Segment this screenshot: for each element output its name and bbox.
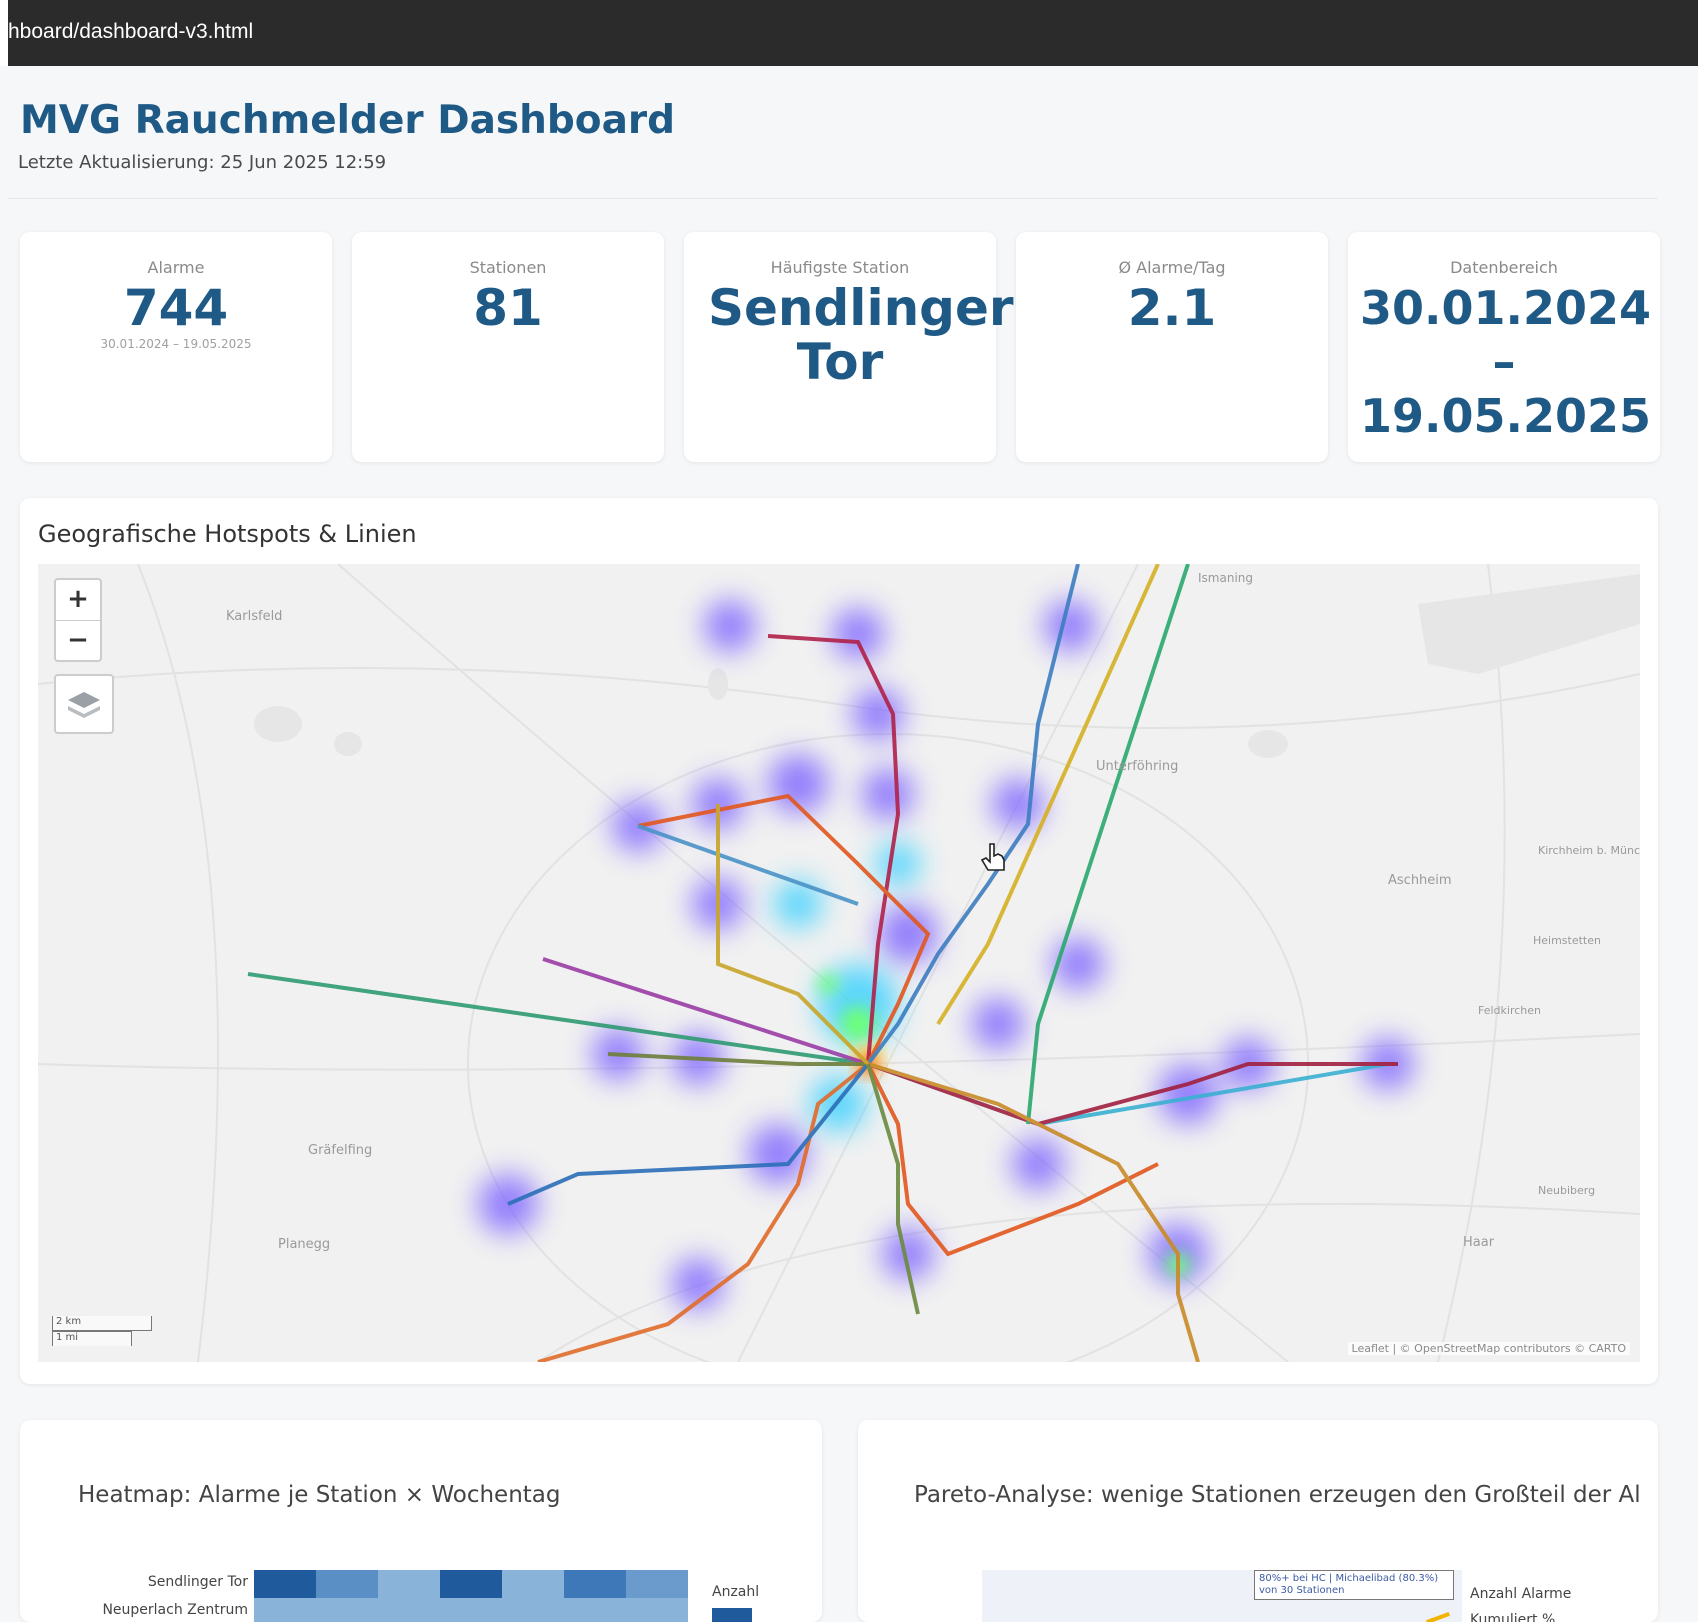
kpi-label: Stationen (469, 258, 547, 277)
heatmap-cell[interactable] (502, 1570, 564, 1598)
layers-icon (68, 692, 100, 718)
place-label: Haar (1463, 1235, 1495, 1250)
window-edge (0, 0, 8, 66)
place-label: Aschheim (1388, 873, 1452, 888)
scale-mi: 1 mi (52, 1331, 132, 1346)
line-u4-east (867, 1062, 1398, 1127)
heatmap-cell[interactable] (440, 1570, 502, 1598)
heatmap-row-label: Sendlinger Tor (147, 1574, 248, 1590)
line-s-ne (1026, 564, 1190, 1125)
place-label: Kirchheim b. München (1538, 844, 1640, 857)
map-title: Geografische Hotspots & Linien (38, 520, 417, 548)
line-s-s (866, 1063, 920, 1315)
heatmap-cell[interactable] (316, 1570, 378, 1598)
kpi-value: 2.1 (1127, 279, 1217, 337)
kpi-value: 744 (123, 279, 229, 337)
map-canvas[interactable]: Karlsfeld Unterföhring Aschheim Kirchhei… (38, 564, 1640, 1362)
heatmap-cell[interactable] (254, 1598, 688, 1622)
kpi-label: Ø Alarme/Tag (1118, 258, 1226, 277)
zoom-in-button[interactable]: + (56, 580, 100, 621)
zoom-out-button[interactable]: − (56, 621, 100, 661)
pareto-card: Pareto-Analyse: wenige Stationen erzeuge… (858, 1420, 1658, 1622)
hand-cursor-icon (980, 843, 1005, 871)
heatmap-cell[interactable] (254, 1570, 316, 1598)
kpi-label: Datenbereich (1450, 258, 1558, 277)
header-divider (8, 198, 1658, 199)
transit-lines (247, 564, 1398, 1362)
kpi-value: 81 (473, 279, 543, 337)
heatmap-cell[interactable] (564, 1570, 626, 1598)
map-card: Geografische Hotspots & Linien Karlsfeld… (20, 498, 1658, 1384)
pareto-title: Pareto-Analyse: wenige Stationen erzeuge… (914, 1482, 1641, 1508)
place-label: Unterföhring (1096, 759, 1178, 774)
pareto-legend-item: Kumuliert % (1470, 1612, 1556, 1622)
zoom-control: + − (54, 578, 102, 662)
forest-areas (254, 574, 1640, 758)
place-labels: Karlsfeld Unterföhring Aschheim Kirchhei… (226, 571, 1640, 1252)
kpi-label: Alarme (147, 258, 205, 277)
heatmap-card: Heatmap: Alarme je Station × Wochentag S… (20, 1420, 822, 1622)
hotspot-map[interactable]: Karlsfeld Unterföhring Aschheim Kirchhei… (38, 564, 1640, 1362)
last-updated: Letzte Aktualisierung: 25 Jun 2025 12:59 (18, 152, 387, 173)
page-title: MVG Rauchmelder Dashboard (20, 98, 676, 143)
place-label: Ismaning (1198, 571, 1253, 585)
heatmap-colorbar (712, 1608, 752, 1622)
line-s-east (867, 1062, 1389, 1127)
kpi-value: Sendlinger Tor (708, 279, 1014, 391)
place-label: Heimstetten (1533, 934, 1601, 947)
kpi-card-alarms: Alarme 744 30.01.2024 – 19.05.2025 (20, 232, 332, 462)
kpi-card-top-station: Häufigste Station Sendlinger Tor (684, 232, 1014, 462)
address-url[interactable]: hboard/dashboard-v3.html (8, 20, 253, 44)
place-label: Gräfelfing (308, 1143, 372, 1158)
kpi-subtext: 30.01.2024 – 19.05.2025 (100, 337, 252, 351)
place-label: Neubiberg (1538, 1184, 1595, 1197)
layer-toggle-button[interactable] (54, 674, 114, 734)
map-scale: 2 km 1 mi (52, 1316, 152, 1346)
place-label: Karlsfeld (226, 609, 282, 624)
line-s-sw (507, 1062, 870, 1206)
heatmap-cell[interactable] (626, 1570, 688, 1598)
kpi-card-avg-per-day: Ø Alarme/Tag 2.1 (1016, 232, 1328, 462)
heatmap-legend-label: Anzahl (712, 1584, 760, 1600)
place-label: Planegg (278, 1237, 330, 1252)
kpi-card-date-range: Datenbereich 30.01.2024 – 19.05.2025 (1348, 232, 1660, 462)
kpi-label: Häufigste Station (770, 258, 910, 277)
kpi-card-stations: Stationen 81 (352, 232, 664, 462)
kpi-value: 30.01.2024 – 19.05.2025 (1360, 281, 1652, 443)
line-u1 (537, 1062, 870, 1362)
line-u7 (637, 824, 859, 906)
map-attribution[interactable]: Leaflet | © OpenStreetMap contributors ©… (1347, 1342, 1630, 1355)
place-label: Feldkirchen (1478, 1004, 1541, 1017)
pareto-annotation: 80%+ bei HC | Michaelibad (80.3%) von 30… (1254, 1570, 1454, 1600)
browser-address-bar[interactable]: hboard/dashboard-v3.html (0, 0, 1698, 66)
heatmap-row-label: Neuperlach Zentrum (102, 1602, 248, 1618)
heatmap-title: Heatmap: Alarme je Station × Wochentag (78, 1482, 561, 1508)
pareto-legend-item: Anzahl Alarme (1470, 1586, 1572, 1602)
scale-km: 2 km (52, 1316, 152, 1331)
heatmap-cell[interactable] (378, 1570, 440, 1598)
